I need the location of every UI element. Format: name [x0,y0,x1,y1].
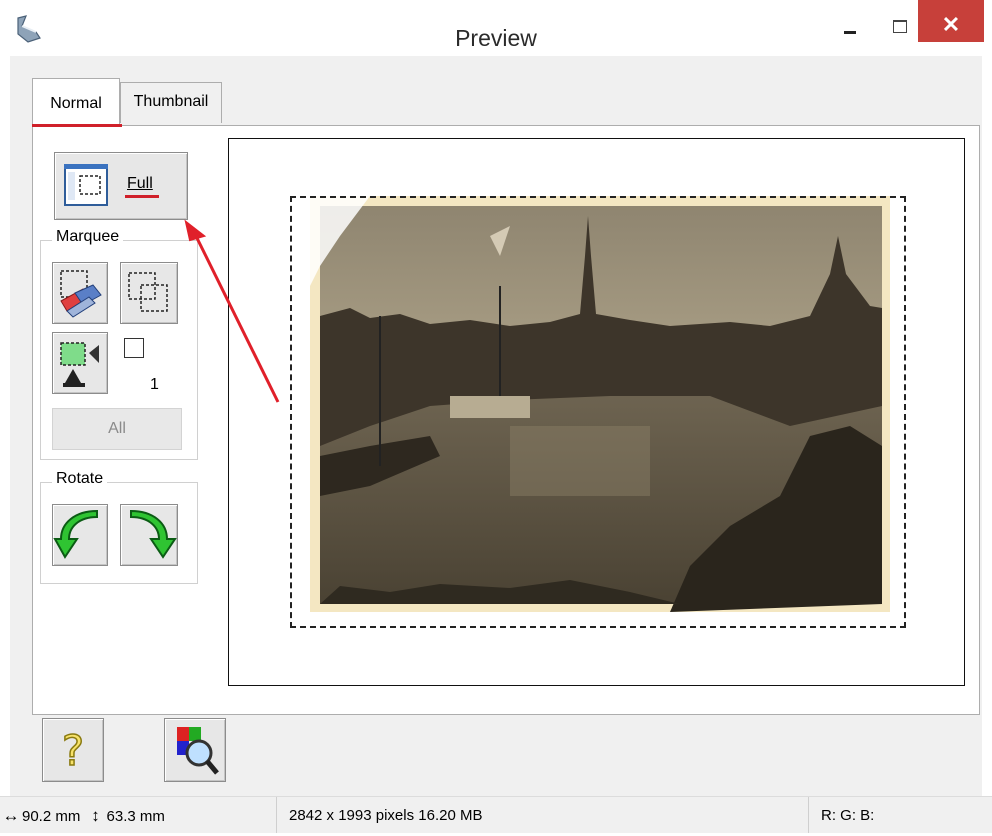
close-icon: ✕ [941,12,961,37]
rotate-legend: Rotate [52,470,108,488]
full-button-highlight [125,195,159,198]
auto-exposure-button[interactable] [52,332,108,394]
width-value: 90.2 mm [22,808,81,825]
tab-thumbnail[interactable]: Thumbnail [120,82,222,123]
full-button-label: Full [127,175,153,192]
full-preview-icon [64,164,108,206]
window-client: Normal Thumbnail Full Marquee 1 All Rota… [10,56,982,832]
statusbar-rgb: R: G: B: [808,797,992,833]
tab-normal[interactable]: Normal [32,78,120,125]
minimize-button[interactable] [826,0,870,40]
copy-marquee-icon [128,272,168,312]
tab-normal-highlight [32,124,122,127]
title-bar: Preview ✕ [0,0,992,56]
width-arrow-icon: ↔ [2,806,20,825]
close-button[interactable]: ✕ [918,0,984,42]
height-arrow-icon: ↕ [91,806,100,825]
marquee-count: 1 [150,376,159,393]
marquee-legend: Marquee [52,228,124,246]
full-preview-button[interactable]: Full [54,152,188,220]
rotate-left-button[interactable] [52,504,108,566]
marquee-count-box [124,338,144,358]
erase-marquee-button[interactable] [52,262,108,324]
rotate-left-icon [53,509,98,559]
svg-text:?: ? [62,726,84,775]
all-button[interactable]: All [52,408,182,450]
copy-marquee-button[interactable] [120,262,178,324]
statusbar-pixels: 2842 x 1993 pixels 16.20 MB [276,797,809,833]
help-button[interactable]: ? [42,718,104,782]
help-icon: ? [61,725,85,776]
rotate-right-icon [130,509,177,559]
marquee-selection[interactable] [290,196,906,628]
erase-marquee-icon [60,270,102,318]
auto-exposure-icon [60,342,99,387]
rotate-right-button[interactable] [120,504,178,566]
color-palette-magnifier-icon [177,727,219,775]
status-bar: ↔ 90.2 mm ↕ 63.3 mm 2842 x 1993 pixels 16.… [0,796,992,833]
color-settings-button[interactable] [164,718,226,782]
height-value: 63.3 mm [106,808,165,825]
statusbar-dimensions: ↔ 90.2 mm ↕ 63.3 mm [0,797,270,833]
